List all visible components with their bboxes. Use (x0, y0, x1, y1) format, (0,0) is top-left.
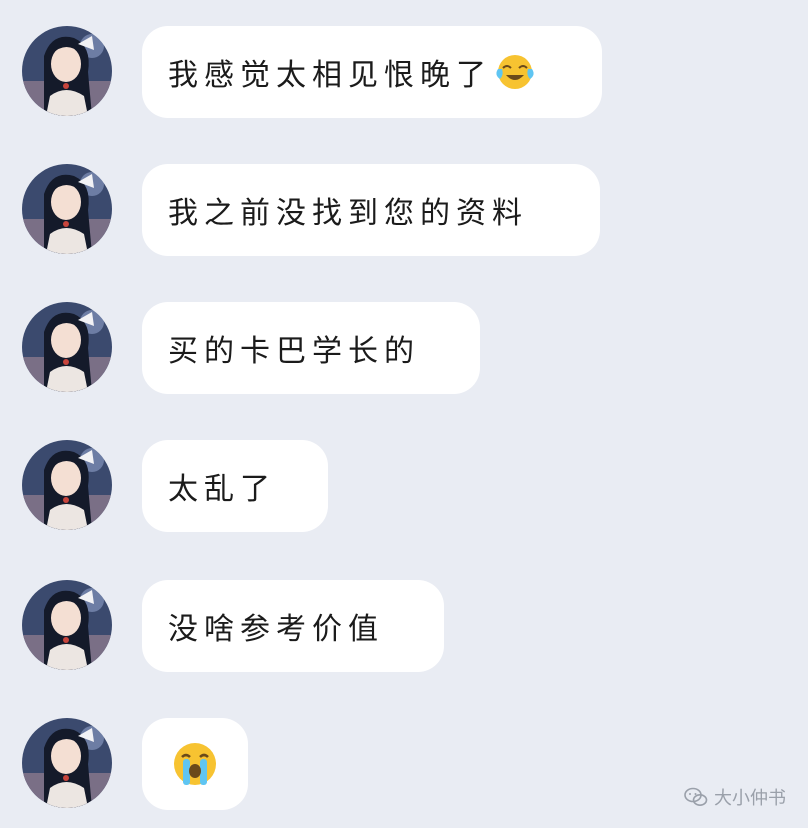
chat-message: 买的卡巴学长的 (22, 302, 782, 396)
message-text: 没啥参考价值 (168, 612, 384, 647)
chat-message: 没啥参考价值 (22, 580, 782, 674)
wechat-icon (684, 786, 708, 808)
avatar[interactable] (22, 26, 112, 116)
chat-message (22, 718, 782, 812)
message-bubble[interactable]: 太乱了 (142, 440, 328, 532)
message-bubble[interactable]: 买的卡巴学长的 (142, 302, 480, 394)
laugh-crying-icon (494, 51, 536, 93)
message-bubble[interactable] (142, 718, 248, 810)
avatar[interactable] (22, 440, 112, 530)
avatar[interactable] (22, 718, 112, 808)
avatar[interactable] (22, 302, 112, 392)
message-bubble[interactable]: 没啥参考价值 (142, 580, 444, 672)
loud-crying-icon (170, 739, 220, 789)
message-text: 买的卡巴学长的 (168, 334, 420, 369)
chat-message: 我之前没找到您的资料 (22, 164, 782, 258)
message-bubble[interactable]: 我之前没找到您的资料 (142, 164, 600, 256)
message-text: 太乱了 (168, 472, 276, 507)
message-text: 我感觉太相见恨晚了 (168, 58, 492, 93)
watermark-text: 大小仲书 (714, 788, 786, 809)
avatar[interactable] (22, 164, 112, 254)
watermark: 大小仲书 (684, 784, 786, 810)
chat-message: 我感觉太相见恨晚了 (22, 26, 782, 120)
avatar[interactable] (22, 580, 112, 670)
chat-message: 太乱了 (22, 440, 782, 534)
message-text: 我之前没找到您的资料 (168, 196, 528, 231)
message-bubble[interactable]: 我感觉太相见恨晚了 (142, 26, 602, 118)
chat-window: 我感觉太相见恨晚了 我之前没找到您的资料 买的卡巴学长的 太乱了 没啥参考价值 … (0, 0, 808, 828)
